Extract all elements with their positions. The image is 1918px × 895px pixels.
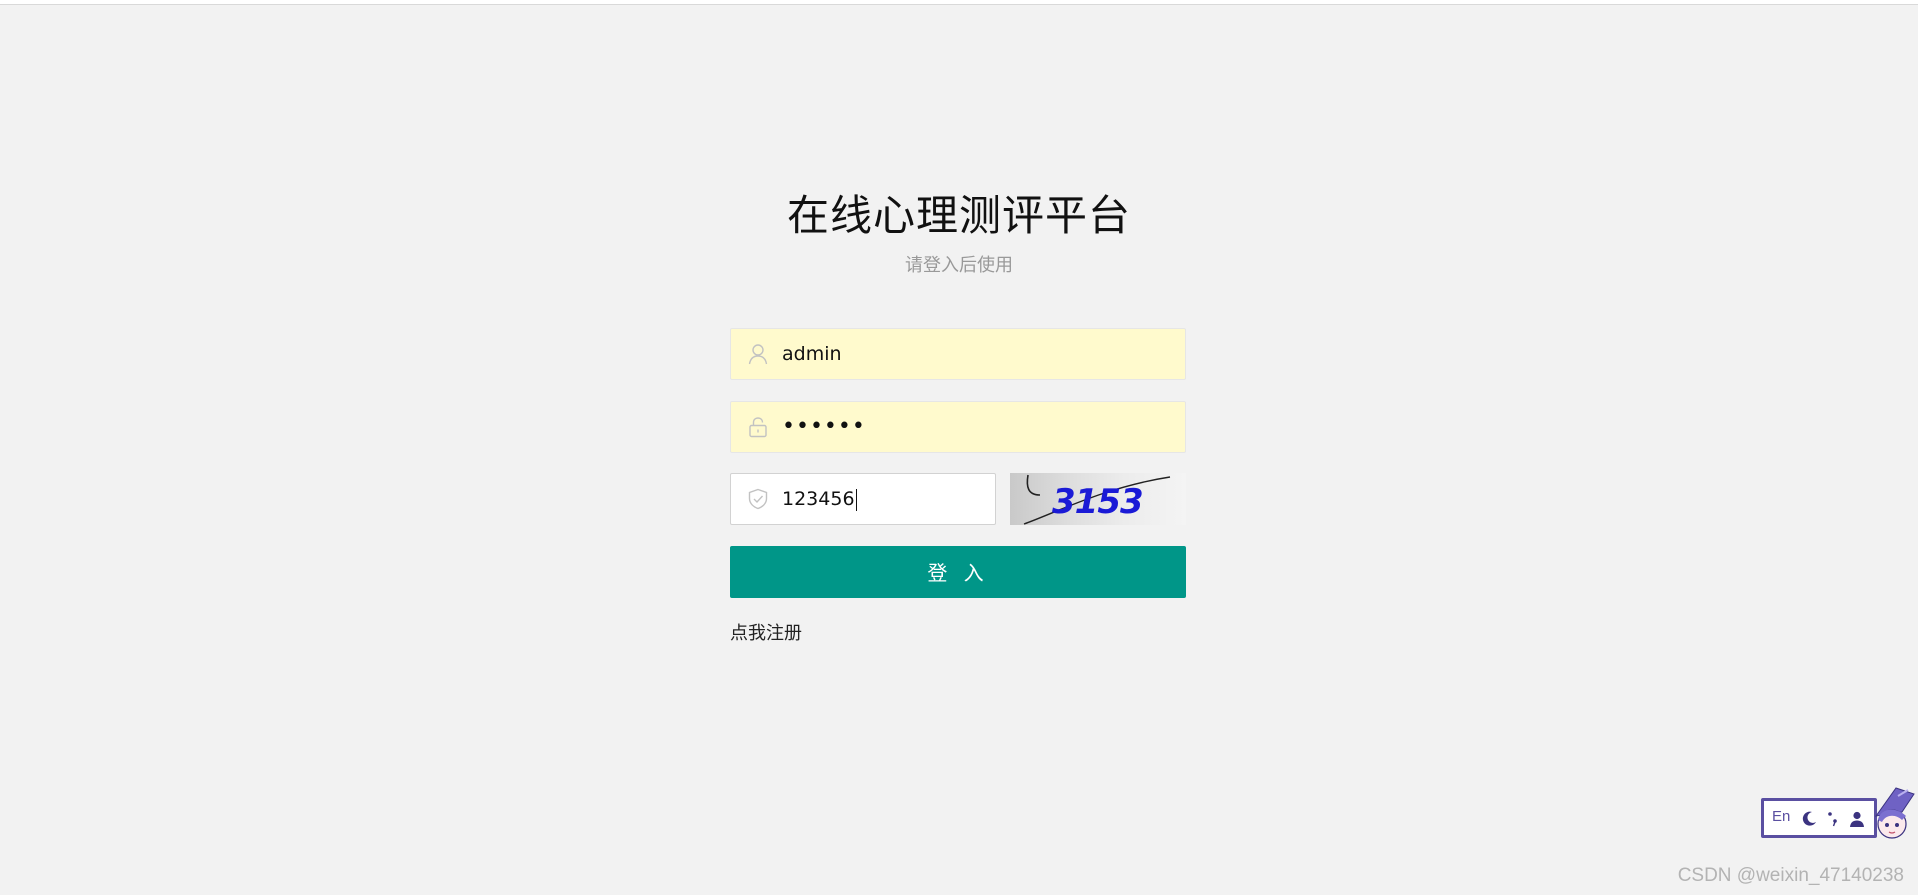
captcha-input-text: 123456 bbox=[782, 488, 855, 510]
captcha-image-text: 3153 bbox=[1052, 482, 1143, 522]
browser-top-edge bbox=[0, 0, 1918, 5]
register-link[interactable]: 点我注册 bbox=[730, 619, 802, 645]
login-button[interactable]: 登 入 bbox=[730, 546, 1186, 598]
ime-language-toggle[interactable]: En bbox=[1772, 808, 1790, 825]
ime-mascot-icon[interactable] bbox=[1862, 786, 1918, 842]
csdn-watermark: CSDN @weixin_47140238 bbox=[1677, 865, 1904, 886]
text-cursor bbox=[855, 488, 857, 511]
password-field[interactable]: •••••• bbox=[730, 401, 1186, 453]
page-title: 在线心理测评平台 bbox=[786, 191, 1131, 240]
captcha-field[interactable]: 123456 bbox=[730, 473, 996, 525]
captcha-input-value: 123456 bbox=[782, 474, 857, 524]
password-value: •••••• bbox=[782, 414, 866, 439]
moon-icon[interactable] bbox=[1800, 810, 1818, 828]
username-value: admin bbox=[782, 343, 842, 365]
user-icon bbox=[747, 343, 769, 365]
punctuation-icon[interactable] bbox=[1826, 809, 1840, 829]
username-field[interactable]: admin bbox=[730, 328, 1186, 380]
ime-toolbar[interactable]: En bbox=[1761, 798, 1877, 838]
page-subtitle: 请登入后使用 bbox=[905, 255, 1013, 276]
shield-check-icon bbox=[747, 488, 769, 510]
lock-icon bbox=[747, 416, 769, 438]
captcha-image[interactable]: 3153 bbox=[1010, 473, 1186, 525]
